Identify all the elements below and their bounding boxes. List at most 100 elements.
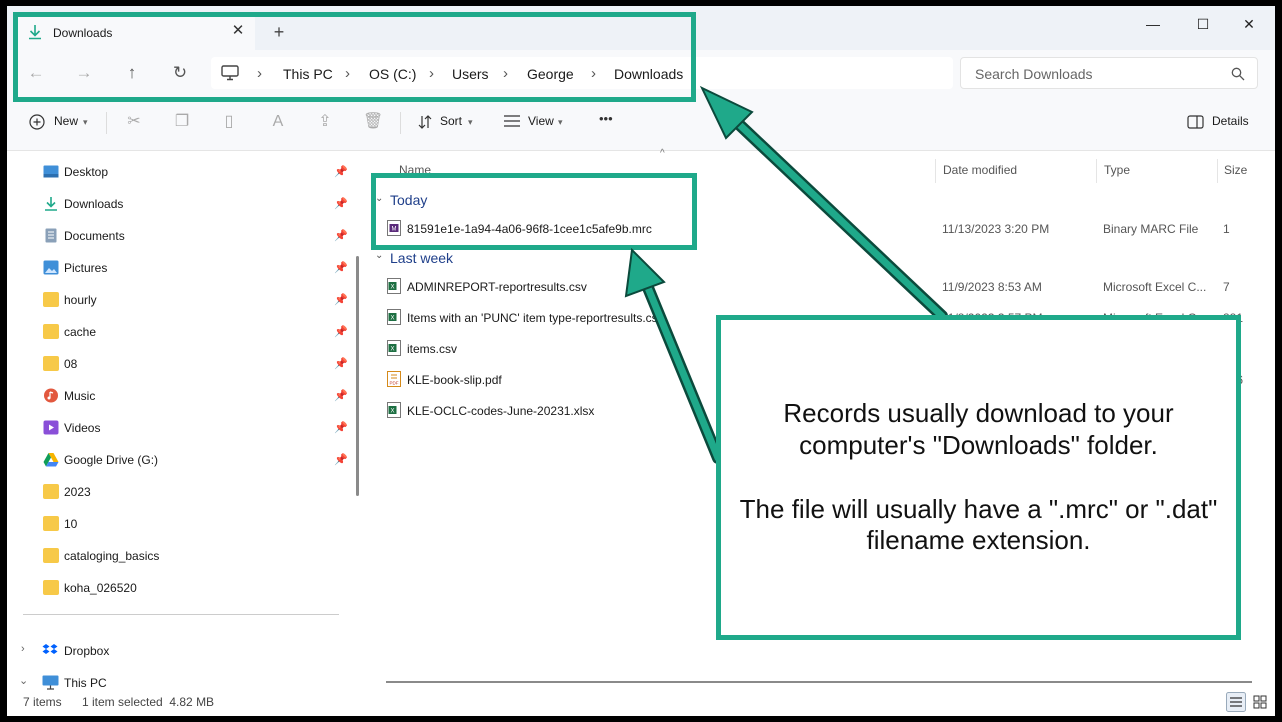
more-options-button[interactable]: •••	[599, 111, 613, 126]
sidebar-item-downloads[interactable]: Downloads 📌	[43, 193, 348, 215]
sidebar-item-label: Desktop	[64, 165, 109, 179]
search-icon	[1231, 67, 1245, 81]
pin-icon: 📌	[334, 166, 348, 178]
pin-icon: 📌	[334, 358, 348, 370]
sidebar-item-dropbox[interactable]: › Dropbox	[21, 640, 321, 662]
pin-icon: 📌	[334, 198, 348, 210]
sidebar-item-label: hourly	[64, 293, 97, 307]
excel-file-icon: X	[387, 340, 401, 356]
sidebar-scrollbar[interactable]	[356, 256, 359, 496]
column-divider[interactable]	[935, 159, 936, 183]
details-pane-icon	[1187, 115, 1204, 129]
sidebar-item-koha[interactable]: koha_026520	[43, 577, 343, 599]
sidebar-item-10[interactable]: 10	[43, 513, 343, 535]
sidebar-item-cataloging-basics[interactable]: cataloging_basics	[43, 545, 343, 567]
sidebar-item-pictures[interactable]: Pictures 📌	[43, 257, 348, 279]
minimize-button[interactable]: —	[1133, 14, 1173, 34]
cut-icon[interactable]: ✂	[124, 112, 144, 132]
column-header-size[interactable]: Size	[1224, 163, 1247, 177]
sidebar-item-cache[interactable]: cache 📌	[43, 321, 348, 343]
folder-icon	[43, 516, 59, 531]
file-highlight-box	[371, 173, 697, 250]
chevron-down-icon: ▾	[558, 117, 563, 127]
close-window-button[interactable]: ✕	[1229, 14, 1269, 34]
sidebar-item-documents[interactable]: Documents 📌	[43, 225, 348, 247]
pdf-file-icon: PDF	[387, 371, 401, 387]
paste-icon[interactable]: ▯	[219, 112, 239, 132]
pin-icon: 📌	[334, 326, 348, 338]
folder-icon	[43, 548, 59, 563]
sidebar-item-videos[interactable]: Videos 📌	[43, 417, 348, 439]
sidebar-item-label: Documents	[64, 229, 125, 243]
pin-icon: 📌	[334, 262, 348, 274]
command-bar: New ▾ ✂ ❐ ▯ A ⇪ 🗑 Sort ▾ View ▾ ••• Deta…	[7, 96, 1275, 151]
group-heading-last-week[interactable]: Last week	[390, 250, 453, 266]
sidebar-item-hourly[interactable]: hourly 📌	[43, 289, 348, 311]
sidebar-item-label: Videos	[64, 421, 101, 435]
share-icon[interactable]: ⇪	[315, 112, 335, 132]
chevron-down-icon[interactable]: ⌄	[375, 250, 383, 261]
sidebar-item-2023[interactable]: 2023	[43, 481, 343, 503]
sidebar-item-label: cache	[64, 325, 97, 339]
desktop-icon	[43, 165, 59, 178]
file-row[interactable]: X ADMINREPORT-reportresults.csv 11/9/202…	[385, 272, 1275, 302]
chevron-right-icon: ›	[21, 643, 25, 655]
rename-icon[interactable]: A	[268, 112, 288, 132]
google-drive-icon	[43, 453, 59, 467]
sidebar-item-google-drive[interactable]: Google Drive (G:) 📌	[43, 449, 348, 471]
navigation-pane: Desktop 📌 Downloads 📌 Documents 📌 Pictur…	[7, 151, 357, 687]
sidebar-item-label: Downloads	[64, 197, 124, 211]
computer-icon	[42, 675, 59, 690]
file-date: 11/9/2023 8:53 AM	[942, 280, 1042, 294]
sidebar-divider	[23, 614, 339, 615]
new-button[interactable]: New	[54, 114, 78, 128]
details-button[interactable]: Details	[1212, 114, 1249, 128]
file-date: 11/13/2023 3:20 PM	[942, 222, 1050, 236]
file-size: 7	[1223, 280, 1230, 294]
column-header-type[interactable]: Type	[1104, 163, 1130, 177]
file-size: 1	[1223, 222, 1230, 236]
tiles-view-icon[interactable]	[1250, 692, 1270, 712]
sidebar-item-label: Music	[64, 389, 96, 403]
svg-text:X: X	[390, 409, 394, 415]
svg-text:PDF: PDF	[390, 381, 399, 386]
sidebar-item-08[interactable]: 08 📌	[43, 353, 348, 375]
svg-text:X: X	[390, 285, 394, 291]
file-type: Microsoft Excel C...	[1103, 280, 1207, 294]
excel-file-icon: X	[387, 278, 401, 294]
view-icon	[504, 115, 520, 127]
pin-icon: 📌	[334, 390, 348, 402]
sidebar-item-label: 10	[64, 517, 78, 531]
sidebar-item-label: Google Drive (G:)	[64, 453, 159, 467]
chevron-down-icon: ▾	[83, 117, 88, 127]
copy-icon[interactable]: ❐	[172, 112, 192, 132]
sidebar-item-desktop[interactable]: Desktop 📌	[43, 161, 348, 183]
horizontal-scrollbar[interactable]	[386, 681, 1252, 683]
column-header-date[interactable]: Date modified	[943, 163, 1017, 177]
dropbox-icon	[42, 644, 58, 654]
sidebar-item-this-pc[interactable]: ⌄ This PC	[19, 672, 321, 694]
column-divider[interactable]	[1096, 159, 1097, 183]
delete-icon[interactable]: 🗑	[363, 112, 383, 132]
sort-button[interactable]: Sort	[440, 114, 462, 128]
pin-icon: 📌	[334, 230, 348, 242]
file-type: Binary MARC File	[1103, 222, 1199, 236]
column-divider[interactable]	[1217, 159, 1218, 183]
document-icon	[45, 228, 57, 243]
folder-icon	[43, 324, 59, 339]
view-button[interactable]: View	[528, 114, 554, 128]
callout-box: Records usually download to your compute…	[716, 315, 1241, 640]
search-input[interactable]: Search Downloads	[960, 57, 1258, 89]
toolbar-divider	[400, 112, 401, 134]
sort-ascending-icon: ^	[660, 148, 665, 159]
callout-text-extension: The file will usually have a ".mrc" or "…	[739, 493, 1218, 556]
folder-icon	[43, 484, 59, 499]
svg-text:X: X	[390, 347, 394, 353]
details-view-icon[interactable]	[1226, 692, 1246, 712]
maximize-button[interactable]: ☐	[1183, 14, 1223, 34]
file-name: ADMINREPORT-reportresults.csv	[407, 280, 587, 294]
sidebar-item-music[interactable]: Music 📌	[43, 385, 348, 407]
svg-text:X: X	[390, 316, 394, 322]
callout-text-downloads: Records usually download to your compute…	[783, 398, 1174, 460]
sidebar-item-label: 2023	[64, 485, 91, 499]
